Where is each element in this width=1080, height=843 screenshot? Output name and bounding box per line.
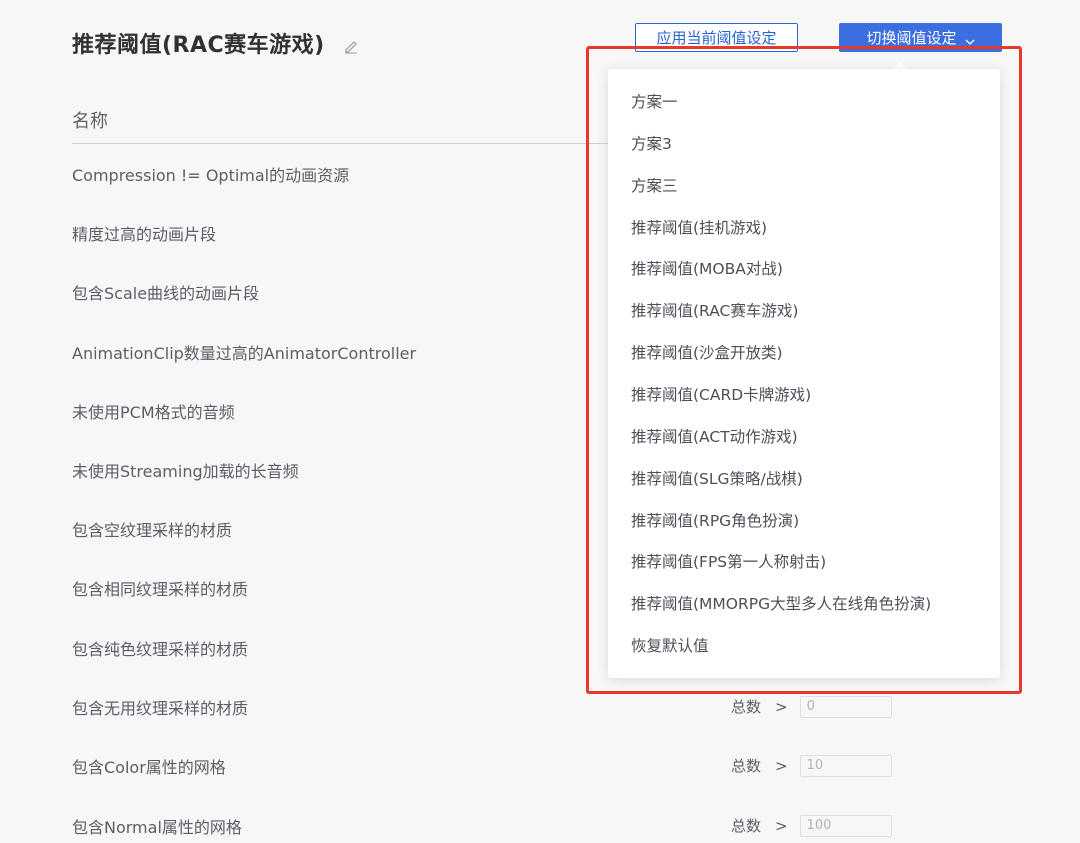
- operator-label: >: [775, 697, 788, 716]
- row-label: 包含无用纹理采样的材质: [72, 698, 249, 718]
- row-label: Compression != Optimal的动画资源: [72, 165, 350, 185]
- column-header-name: 名称: [72, 111, 108, 132]
- menu-item[interactable]: 推荐阈值(沙盒开放类): [631, 331, 981, 373]
- operator-label: >: [775, 816, 788, 835]
- metric-label: 总数: [731, 698, 762, 716]
- apply-threshold-button[interactable]: 应用当前阈值设定: [635, 23, 798, 52]
- threshold-dropdown-menu: 方案一 方案3 方案三 推荐阈值(挂机游戏) 推荐阈值(MOBA对战) 推荐阈值…: [608, 69, 1000, 678]
- menu-item[interactable]: 推荐阈值(MMORPG大型多人在线角色扮演): [631, 582, 981, 624]
- metric-label: 总数: [731, 757, 762, 775]
- dropdown-arrow: [893, 62, 907, 69]
- menu-item[interactable]: 推荐阈值(RPG角色扮演): [631, 499, 981, 541]
- menu-item[interactable]: 推荐阈值(FPS第一人称射击): [631, 540, 981, 582]
- table-row: 包含Color属性的网格 总数 > 10: [72, 736, 972, 795]
- menu-item[interactable]: 恢复默认值: [631, 624, 981, 666]
- row-label: 包含Scale曲线的动画片段: [72, 283, 260, 303]
- row-label: 精度过高的动画片段: [72, 224, 217, 244]
- menu-item[interactable]: 推荐阈值(MOBA对战): [631, 247, 981, 289]
- chevron-down-icon: [965, 33, 975, 45]
- table-row: 包含无用纹理采样的材质 总数 > 0: [72, 677, 972, 736]
- switch-threshold-label: 切换阈值设定: [866, 29, 957, 47]
- threshold-control: 总数 > 10: [731, 754, 892, 777]
- threshold-input[interactable]: 0: [799, 695, 892, 718]
- row-label: 包含空纹理采样的材质: [72, 520, 233, 540]
- row-label: 未使用Streaming加载的长音频: [72, 461, 299, 481]
- row-label: AnimationClip数量过高的AnimatorController: [72, 343, 417, 363]
- menu-item[interactable]: 推荐阈值(RAC赛车游戏): [631, 289, 981, 331]
- page-title: 推荐阈值(RAC赛车游戏): [72, 27, 359, 59]
- page-title-text: 推荐阈值(RAC赛车游戏): [72, 33, 325, 58]
- threshold-input[interactable]: 100: [799, 814, 892, 837]
- threshold-input[interactable]: 10: [799, 754, 892, 777]
- threshold-control: 总数 > 0: [731, 695, 892, 718]
- row-label: 未使用PCM格式的音频: [72, 402, 235, 422]
- table-row: 包含Normal属性的网格 总数 > 100: [72, 796, 972, 843]
- menu-item[interactable]: 方案3: [631, 122, 981, 164]
- row-label: 包含相同纹理采样的材质: [72, 579, 249, 599]
- switch-threshold-button[interactable]: 切换阈值设定: [839, 23, 1002, 52]
- menu-item[interactable]: 推荐阈值(挂机游戏): [631, 206, 981, 248]
- menu-item[interactable]: 推荐阈值(SLG策略/战棋): [631, 457, 981, 499]
- pencil-icon[interactable]: [343, 35, 359, 54]
- threshold-control: 总数 > 100: [731, 814, 892, 837]
- metric-label: 总数: [731, 817, 762, 835]
- menu-item[interactable]: 方案一: [631, 80, 981, 122]
- menu-item[interactable]: 推荐阈值(ACT动作游戏): [631, 415, 981, 457]
- row-label: 包含Color属性的网格: [72, 757, 226, 777]
- menu-item[interactable]: 推荐阈值(CARD卡牌游戏): [631, 373, 981, 415]
- row-label: 包含纯色纹理采样的材质: [72, 639, 249, 659]
- operator-label: >: [775, 756, 788, 775]
- row-label: 包含Normal属性的网格: [72, 817, 242, 837]
- menu-item[interactable]: 方案三: [631, 164, 981, 206]
